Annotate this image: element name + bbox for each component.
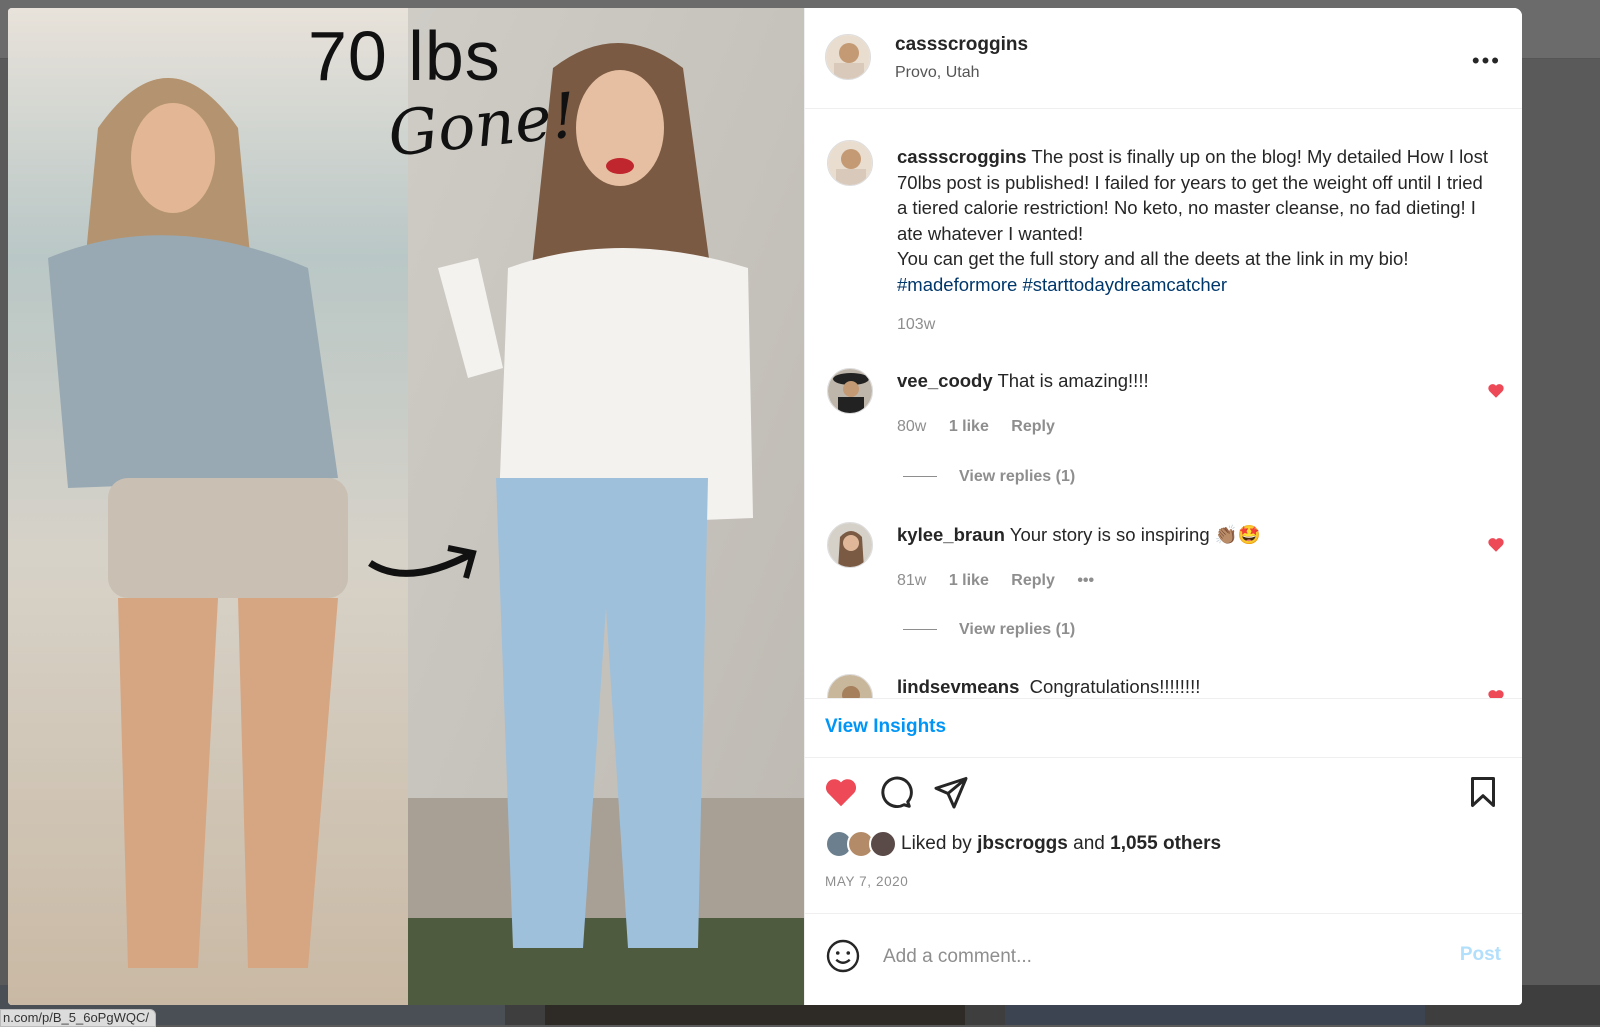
paper-plane-icon[interactable] <box>933 774 969 810</box>
view-replies-button[interactable]: View replies (1) <box>903 468 1075 486</box>
liked-by-prefix: Liked by <box>901 833 972 854</box>
comment-timestamp: 80w <box>897 418 927 435</box>
comment-likes-count[interactable]: 1 like <box>949 418 989 435</box>
comment-like-icon[interactable] <box>1487 382 1505 400</box>
post-caption: cassscroggins The post is finally up on … <box>897 144 1497 297</box>
comment-body: Your story is so inspiring 👏🏽🤩 <box>1009 524 1261 545</box>
comment-body: Congratulations!!!!!!!! <box>1029 676 1201 697</box>
comment-like-icon[interactable] <box>1487 688 1505 698</box>
post-date[interactable]: MAY 7, 2020 <box>825 874 908 889</box>
comment-like-icon[interactable] <box>1487 536 1505 554</box>
post-modal: 70 lbs Gone! cassscroggins Provo, Utah •… <box>8 8 1522 1005</box>
add-comment-input[interactable] <box>881 936 1425 978</box>
comment-icon[interactable] <box>877 774 913 810</box>
commenter-avatar[interactable] <box>827 522 873 568</box>
hashtag-link[interactable]: #starttodaydreamcatcher <box>1022 274 1227 295</box>
hashtag-link[interactable]: #madeformore <box>897 274 1017 295</box>
add-comment-bar: Post <box>805 913 1522 1005</box>
replies-divider <box>903 476 937 478</box>
status-bar-url: n.com/p/B_5_6oPgWQC/ <box>0 1009 156 1027</box>
view-replies-label: View replies (1) <box>959 621 1076 638</box>
comment-meta: 81w 1 like Reply ••• <box>897 572 1112 590</box>
comment-text: kylee_braun Your story is so inspiring 👏… <box>897 524 1261 546</box>
liked-by-text: Liked by jbscroggs and 1,055 others <box>901 833 1221 855</box>
comment-username[interactable]: lindsevmeans <box>897 676 1019 697</box>
view-replies-button[interactable]: View replies (1) <box>903 621 1075 639</box>
post-location[interactable]: Provo, Utah <box>895 64 979 82</box>
reply-button[interactable]: Reply <box>1011 418 1055 435</box>
author-avatar[interactable] <box>825 34 871 80</box>
post-header: cassscroggins Provo, Utah ••• <box>805 8 1522 109</box>
caption-avatar[interactable] <box>827 140 873 186</box>
liked-by-others-link[interactable]: 1,055 others <box>1110 833 1221 854</box>
post-side-panel: cassscroggins Provo, Utah ••• cassscrogg… <box>804 8 1522 1005</box>
comment-timestamp: 81w <box>897 572 927 589</box>
author-username[interactable]: cassscroggins <box>895 34 1028 56</box>
comment-likes-count[interactable]: 1 like <box>949 572 989 589</box>
liker-avatar[interactable] <box>869 830 897 858</box>
smiley-icon[interactable] <box>825 938 861 974</box>
comments-list[interactable]: cassscroggins The post is finally up on … <box>805 108 1522 698</box>
comment-meta: 80w 1 like Reply <box>897 418 1073 436</box>
heart-filled-icon[interactable] <box>823 774 859 810</box>
post-photo[interactable]: 70 lbs Gone! <box>8 8 804 1005</box>
comment-body: That is amazing!!!! <box>997 370 1149 391</box>
caption-timestamp: 103w <box>897 316 936 333</box>
commenter-avatar[interactable] <box>827 368 873 414</box>
insights-bar: View Insights <box>805 698 1522 758</box>
caption-text-2: You can get the full story and all the d… <box>897 248 1409 269</box>
view-insights-link[interactable]: View Insights <box>825 716 946 738</box>
liked-by-username[interactable]: jbscroggs <box>977 833 1068 854</box>
photo-headline: 70 lbs <box>308 17 501 95</box>
post-comment-button[interactable]: Post <box>1460 944 1501 966</box>
replies-divider <box>903 629 937 631</box>
comment-options-icon[interactable]: ••• <box>1077 572 1094 589</box>
comment-text: lindsevmeans Congratulations!!!!!!!! <box>897 676 1200 698</box>
commenter-avatar[interactable] <box>827 674 873 698</box>
reply-button[interactable]: Reply <box>1011 572 1055 589</box>
view-replies-label: View replies (1) <box>959 468 1076 485</box>
comment-username[interactable]: kylee_braun <box>897 524 1005 545</box>
caption-username[interactable]: cassscroggins <box>897 146 1027 167</box>
more-options-icon[interactable]: ••• <box>1472 48 1501 74</box>
bookmark-icon[interactable] <box>1465 774 1501 810</box>
liked-by-and: and <box>1073 833 1105 854</box>
comment-username[interactable]: vee_coody <box>897 370 993 391</box>
comment-text: vee_coody That is amazing!!!! <box>897 370 1149 392</box>
action-bar <box>805 768 1522 818</box>
